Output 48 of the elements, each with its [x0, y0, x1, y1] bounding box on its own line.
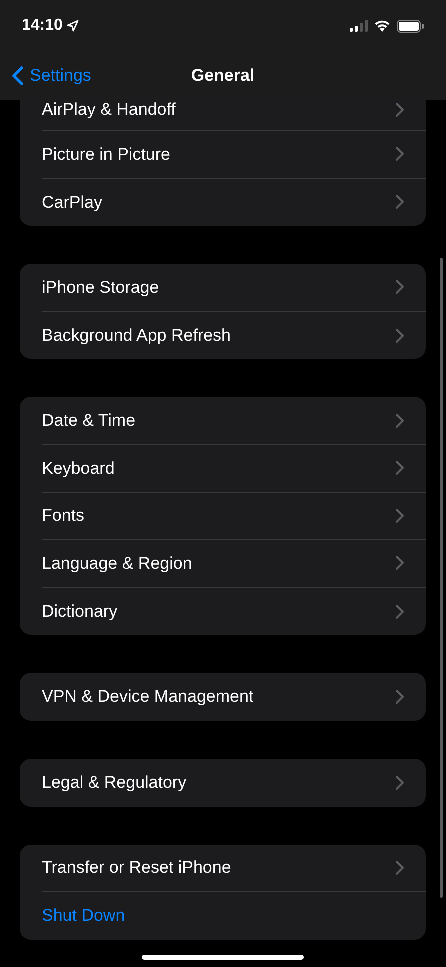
chevron-icon	[396, 556, 404, 570]
chevron-icon	[396, 508, 404, 523]
row-label: Date & Time	[42, 410, 137, 432]
wifi-icon	[374, 20, 391, 32]
chevron-icon	[396, 195, 404, 210]
row-label: Language & Region	[42, 552, 194, 575]
row-label: Shut Down	[42, 905, 126, 928]
action-row[interactable]: Shut Down	[20, 892, 426, 940]
back-chevron-icon	[12, 66, 24, 86]
row-label: AirPlay & Handoff	[42, 99, 177, 122]
row-label: Transfer or Reset iPhone	[42, 857, 232, 880]
status-time: 14:10	[22, 16, 63, 36]
battery-icon	[397, 20, 424, 32]
settings-row[interactable]: iPhone Storage	[20, 264, 426, 312]
row-label: Dictionary	[42, 600, 119, 623]
back-button[interactable]: Settings	[0, 63, 92, 89]
signal-icon	[350, 20, 368, 32]
chevron-icon	[396, 147, 404, 162]
chevron-icon	[396, 690, 404, 704]
row-label: CarPlay	[42, 192, 104, 214]
chevron-icon	[396, 328, 404, 343]
row-label: Fonts	[42, 505, 86, 528]
settings-row[interactable]: Picture in Picture	[20, 131, 426, 179]
settings-row[interactable]: Background App Refresh	[20, 312, 426, 360]
chevron-icon	[396, 860, 404, 875]
settings-row[interactable]: VPN & Device Management	[20, 673, 426, 721]
location-arrow-icon	[66, 20, 79, 32]
row-label: Keyboard	[42, 458, 116, 480]
settings-row[interactable]: Transfer or Reset iPhone	[20, 844, 426, 892]
chevron-icon	[396, 776, 404, 790]
chevron-icon	[396, 604, 404, 619]
settings-row[interactable]: Dictionary	[20, 588, 426, 636]
row-label: Picture in Picture	[42, 144, 172, 166]
row-label: Background App Refresh	[42, 324, 232, 347]
row-label: Legal & Regulatory	[42, 772, 188, 794]
chevron-icon	[396, 280, 404, 294]
chevron-icon	[396, 103, 404, 117]
page-title: General	[191, 65, 255, 88]
settings-row[interactable]: Language & Region	[20, 540, 426, 588]
chevron-icon	[396, 461, 404, 476]
row-label: iPhone Storage	[42, 276, 160, 299]
settings-row[interactable]: Fonts	[20, 492, 426, 540]
settings-row[interactable]: Legal & Regulatory	[20, 758, 426, 807]
row-label: VPN & Device Management	[42, 686, 255, 708]
settings-row[interactable]: CarPlay	[20, 178, 426, 226]
settings-row[interactable]: Keyboard	[20, 444, 426, 493]
settings-row[interactable]: Date & Time	[20, 397, 426, 445]
chevron-icon	[396, 414, 404, 428]
